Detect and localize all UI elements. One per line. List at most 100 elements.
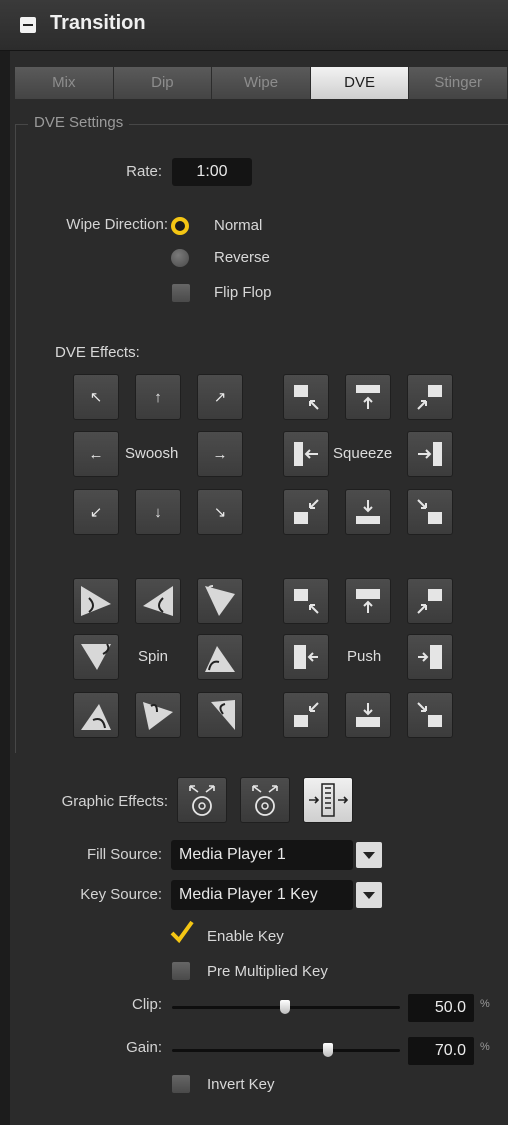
clip-percent: %: [480, 998, 490, 1010]
clip-slider-knob[interactable]: [280, 1000, 290, 1014]
pre-multiplied-label: Pre Multiplied Key: [207, 963, 328, 980]
push-top-button[interactable]: [345, 578, 391, 624]
gain-slider-knob[interactable]: [323, 1043, 333, 1057]
gain-slider[interactable]: [172, 1049, 400, 1052]
spin-icon: [205, 585, 235, 616]
key-source-dropdown[interactable]: Media Player 1 Key: [171, 880, 353, 910]
fill-source-dropdown[interactable]: Media Player 1: [171, 840, 353, 870]
swoosh-bottom-right-button[interactable]: ↘: [197, 489, 243, 535]
graphic-logo-wipe-button[interactable]: [303, 777, 353, 823]
graphic-effects-label: Graphic Effects:: [61, 793, 168, 810]
graphic-spin-ccw-button[interactable]: [177, 777, 227, 823]
arrow-left-icon: ←: [88, 445, 104, 463]
spin-6-button[interactable]: [73, 692, 119, 738]
rate-label: Rate:: [126, 163, 162, 180]
squeeze-bottom-left-button[interactable]: [283, 489, 329, 535]
swoosh-right-button[interactable]: →: [197, 431, 243, 477]
spin-icon: [81, 586, 111, 616]
squeeze-bottom-button[interactable]: [345, 489, 391, 535]
push-top-icon: [356, 589, 380, 613]
spin-4-button[interactable]: [73, 634, 119, 680]
clip-label: Clip:: [131, 996, 162, 1013]
logo-wipe-icon: [309, 783, 349, 817]
squeeze-label: Squeeze: [333, 445, 393, 462]
swoosh-left-button[interactable]: ←: [73, 431, 119, 477]
group-title: DVE Settings: [28, 114, 130, 131]
enable-key-checkmark-icon[interactable]: [170, 920, 194, 944]
flip-flop-checkbox[interactable]: [172, 284, 190, 302]
push-right-button[interactable]: [407, 634, 453, 680]
squeeze-top-right-button[interactable]: [407, 374, 453, 420]
spin-3-button[interactable]: [197, 578, 243, 624]
spin-7-button[interactable]: [135, 692, 181, 738]
push-top-left-icon: [294, 589, 319, 614]
arrow-down-right-icon: ↘: [213, 504, 227, 521]
collapse-icon[interactable]: [20, 17, 36, 33]
squeeze-right-button[interactable]: [407, 431, 453, 477]
spin-label: Spin: [138, 648, 169, 665]
rate-field[interactable]: 1:00: [172, 158, 252, 186]
swoosh-bottom-button[interactable]: ↓: [135, 489, 181, 535]
gain-percent: %: [480, 1041, 490, 1053]
squeeze-top-left-button[interactable]: [283, 374, 329, 420]
transition-tabs: Mix Dip Wipe DVE Stinger: [15, 67, 508, 99]
push-left-button[interactable]: [283, 634, 329, 680]
normal-radio[interactable]: [171, 217, 189, 235]
swoosh-top-left-button[interactable]: ↖: [73, 374, 119, 420]
push-bottom-button[interactable]: [345, 692, 391, 738]
push-bottom-left-button[interactable]: [283, 692, 329, 738]
tab-stinger[interactable]: Stinger: [409, 67, 508, 99]
flip-flop-label: Flip Flop: [214, 284, 272, 301]
invert-key-checkbox[interactable]: [172, 1075, 190, 1093]
tab-mix[interactable]: Mix: [15, 67, 114, 99]
spin-ccw-icon: [189, 785, 215, 816]
squeeze-bottom-right-button[interactable]: [407, 489, 453, 535]
graphic-spin-cw-button[interactable]: [240, 777, 290, 823]
fill-source-arrow-icon[interactable]: [356, 842, 382, 868]
push-right-icon: [418, 645, 442, 669]
gain-label: Gain:: [126, 1039, 162, 1056]
squeeze-top-button[interactable]: [345, 374, 391, 420]
swoosh-top-right-button[interactable]: ↗: [197, 374, 243, 420]
swoosh-bottom-left-button[interactable]: ↙: [73, 489, 119, 535]
squeeze-bottom-left-icon: [294, 499, 319, 524]
push-bottom-right-icon: [417, 702, 442, 727]
swoosh-label: Swoosh: [125, 445, 179, 462]
spin-cw-icon: [252, 785, 278, 816]
squeeze-top-right-icon: [417, 385, 442, 410]
spin-8-button[interactable]: [197, 692, 243, 738]
enable-key-label: Enable Key: [207, 928, 284, 945]
push-top-left-button[interactable]: [283, 578, 329, 624]
push-bottom-right-button[interactable]: [407, 692, 453, 738]
spin-icon: [143, 702, 173, 730]
squeeze-left-button[interactable]: [283, 431, 329, 477]
swoosh-top-button[interactable]: ↑: [135, 374, 181, 420]
clip-value-field[interactable]: 50.0: [408, 994, 474, 1022]
spin-icon: [205, 646, 235, 672]
spin-2-button[interactable]: [135, 578, 181, 624]
panel-edge: [0, 50, 10, 1125]
spin-1-button[interactable]: [73, 578, 119, 624]
key-source-arrow-icon[interactable]: [356, 882, 382, 908]
tab-dip[interactable]: Dip: [113, 67, 213, 99]
tab-dve[interactable]: DVE: [310, 67, 410, 99]
invert-key-label: Invert Key: [207, 1076, 275, 1093]
spin-icon: [81, 643, 111, 670]
arrow-down-left-icon: ↙: [89, 504, 103, 521]
arrow-up-right-icon: ↗: [213, 389, 227, 406]
spin-5-button[interactable]: [197, 634, 243, 680]
push-top-right-icon: [417, 589, 442, 614]
push-top-right-button[interactable]: [407, 578, 453, 624]
reverse-radio[interactable]: [171, 249, 189, 267]
dve-effects-label: DVE Effects:: [55, 344, 140, 361]
push-bottom-left-icon: [294, 702, 319, 727]
push-bottom-icon: [356, 703, 380, 727]
arrow-up-left-icon: ↖: [89, 389, 103, 406]
arrow-up-icon: ↑: [154, 388, 162, 406]
spin-icon: [211, 700, 235, 730]
fill-source-label: Fill Source:: [86, 846, 162, 863]
tab-wipe[interactable]: Wipe: [212, 67, 311, 99]
pre-multiplied-checkbox[interactable]: [172, 962, 190, 980]
squeeze-bottom-icon: [356, 500, 380, 524]
gain-value-field[interactable]: 70.0: [408, 1037, 474, 1065]
